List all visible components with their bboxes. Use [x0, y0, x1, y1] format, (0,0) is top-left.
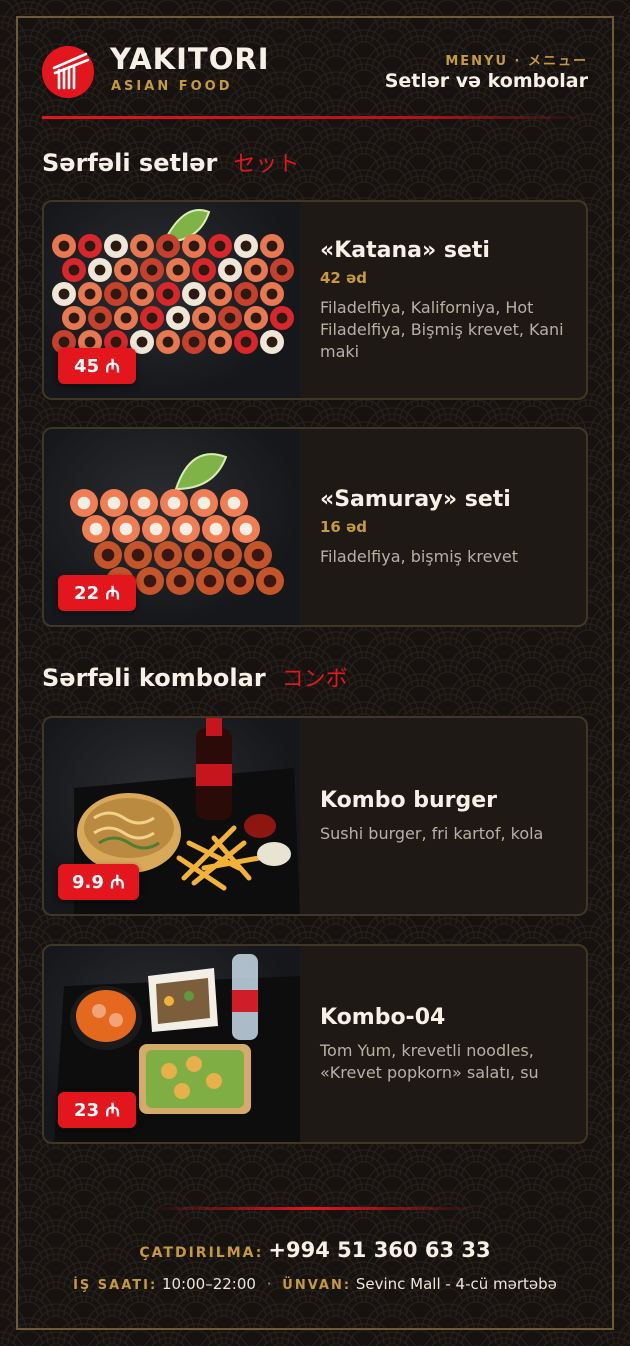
footer-divider	[150, 1207, 480, 1210]
delivery-phone[interactable]: +994 51 360 63 33	[268, 1238, 490, 1262]
header: YAKITORI ASIAN FOOD MENYU · メニュー Setlər …	[42, 42, 588, 104]
item-description: Sushi burger, fri kartof, kola	[320, 823, 544, 843]
item-count: 42 əd	[320, 268, 368, 287]
sushi-set-image: 22 ₼	[44, 429, 300, 625]
item-description: Tom Yum, krevetli noodles, «Krevet popko…	[320, 1040, 539, 1082]
price-badge: 23 ₼	[58, 1092, 136, 1128]
menu-title: Setlər və kombolar	[384, 70, 588, 92]
footer-delivery: ÇATDIRILMA: +994 51 360 63 33	[0, 1238, 630, 1262]
address-value: Sevinc Mall - 4-cü mərtəbə	[355, 1275, 557, 1293]
section-title-jp: セット	[233, 152, 300, 177]
menu-card-kombo-burger[interactable]: 9.9 ₼ Kombo burger Sushi burger, fri kar…	[42, 716, 588, 916]
burger-combo-image: 9.9 ₼	[44, 718, 300, 914]
item-name: Kombo burger	[320, 787, 497, 813]
item-description: Filadelfiya, bişmiş krevet	[320, 546, 519, 566]
hours-value: 10:00–22:00	[161, 1275, 256, 1293]
card-body: Kombo-04 Tom Yum, krevetli noodles, «Kre…	[320, 946, 570, 1142]
section-title-combos: Sərfəli kombolar コンボ	[42, 661, 348, 693]
item-name: «Samuray» seti	[320, 486, 511, 512]
header-divider	[42, 116, 588, 119]
section-title-text: Sərfəli setlər	[42, 149, 218, 177]
menu-card-samuray[interactable]: 22 ₼ «Samuray» seti 16 əd Filadelfiya, b…	[42, 427, 588, 627]
card-body: Kombo burger Sushi burger, fri kartof, k…	[320, 718, 570, 914]
footer-info: İŞ SAATI: 10:00–22:00 · ÜNVAN: Sevinc Ma…	[0, 1275, 630, 1293]
section-title-sets: Sərfəli setlər セット	[42, 146, 299, 178]
address-label: ÜNVAN:	[282, 1278, 352, 1293]
item-name: Kombo-04	[320, 1004, 446, 1030]
footer-separator: ·	[266, 1275, 272, 1293]
hours-label: İŞ SAATI:	[73, 1278, 158, 1293]
section-title-jp: コンボ	[281, 667, 348, 692]
item-count: 16 əd	[320, 517, 368, 536]
price-badge: 22 ₼	[58, 575, 136, 611]
brand-tagline: ASIAN FOOD	[111, 79, 233, 94]
delivery-label: ÇATDIRILMA:	[139, 1245, 264, 1261]
section-title-text: Sərfəli kombolar	[42, 664, 266, 692]
menu-card-katana[interactable]: 45 ₼ «Katana» seti 42 əd Filadelfiya, Ka…	[42, 200, 588, 400]
menu-card-kombo-04[interactable]: 23 ₼ Kombo-04 Tom Yum, krevetli noodles,…	[42, 944, 588, 1144]
item-description: Filadelfiya, Kaliforniya, Hot Filadelfiy…	[320, 297, 564, 361]
card-body: «Samuray» seti 16 əd Filadelfiya, bişmiş…	[320, 429, 570, 625]
price-badge: 9.9 ₼	[58, 864, 139, 900]
card-body: «Katana» seti 42 əd Filadelfiya, Kalifor…	[320, 202, 570, 398]
price-badge: 45 ₼	[58, 348, 136, 384]
sushi-set-image: 45 ₼	[44, 202, 300, 398]
soup-combo-image: 23 ₼	[44, 946, 300, 1142]
item-name: «Katana» seti	[320, 237, 490, 263]
logo-icon	[42, 46, 94, 98]
menu-label: MENYU · メニュー	[445, 54, 588, 69]
brand-name: YAKITORI	[110, 42, 270, 76]
